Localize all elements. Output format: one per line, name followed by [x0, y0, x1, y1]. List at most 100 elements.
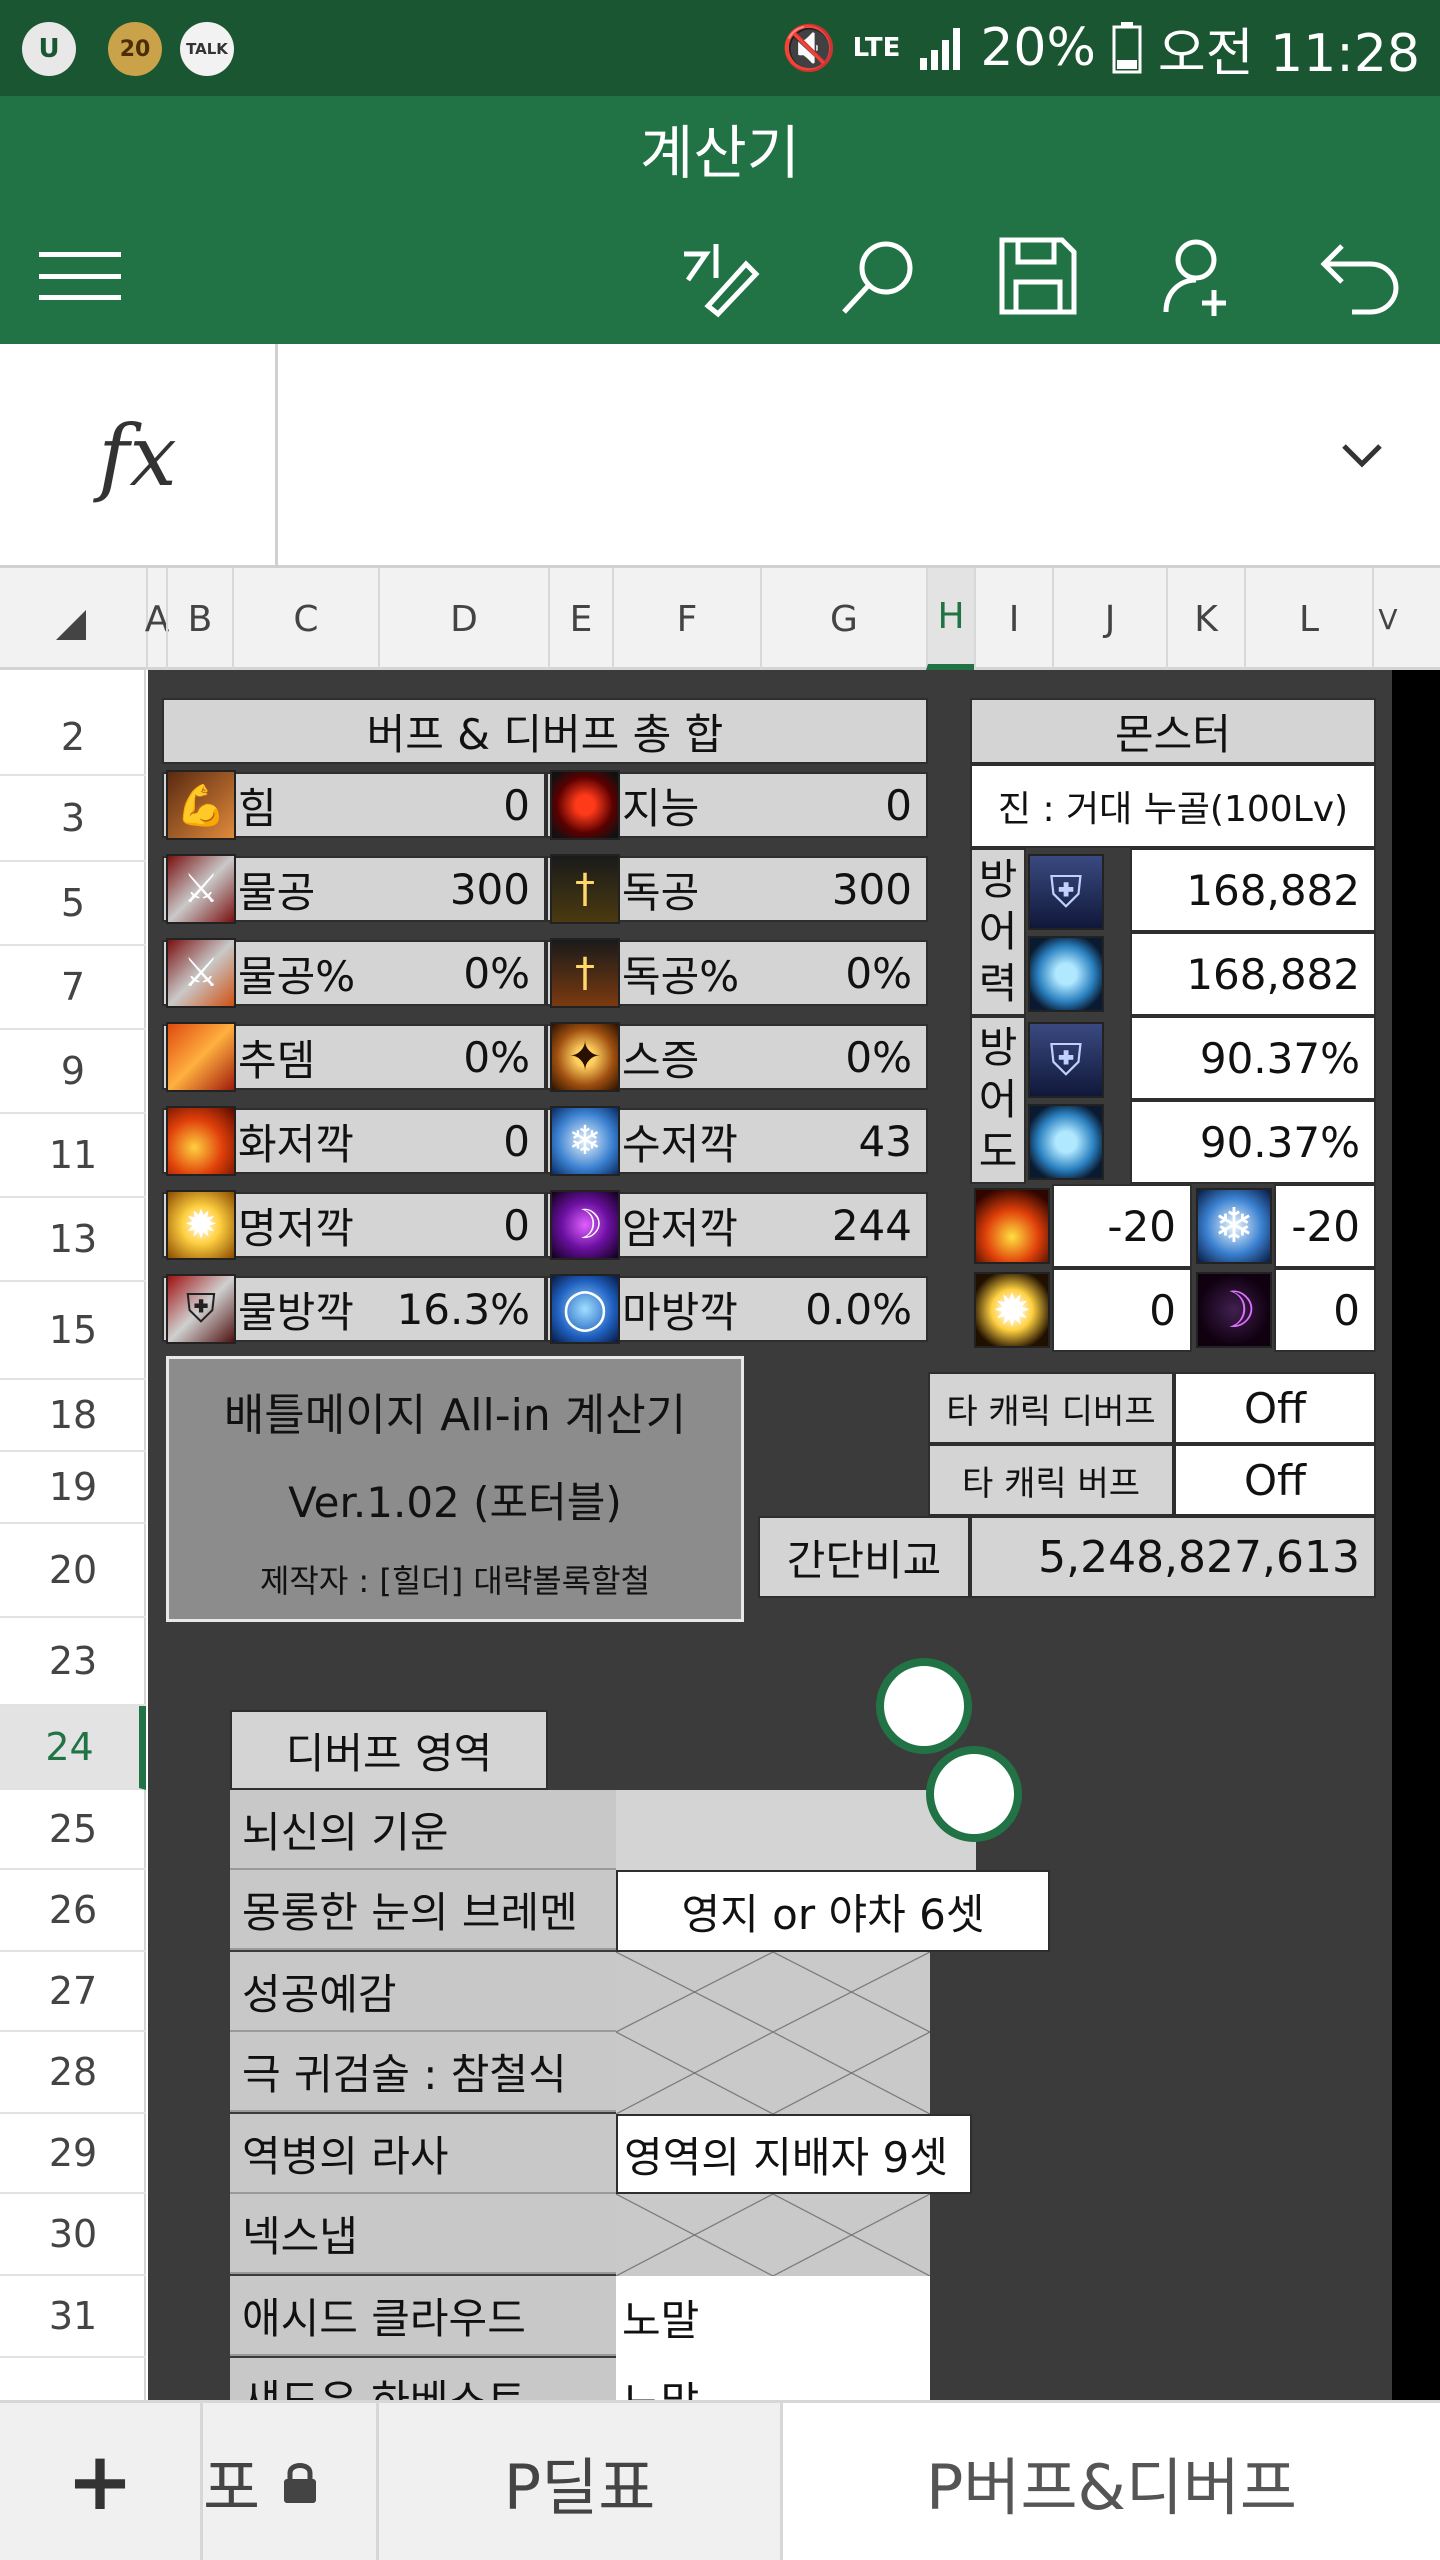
- stat-value[interactable]: 244: [778, 1192, 928, 1258]
- debuff-area-header[interactable]: 디버프 영역: [230, 1710, 548, 1790]
- column-header[interactable]: C: [232, 568, 378, 670]
- column-header[interactable]: D: [378, 568, 548, 670]
- res-water-value[interactable]: -20: [1274, 1184, 1376, 1268]
- row-header[interactable]: 9: [0, 1030, 146, 1114]
- compare-label[interactable]: 간단비교: [758, 1516, 970, 1598]
- row-header[interactable]: 11: [0, 1114, 146, 1198]
- other-char-buff-toggle[interactable]: Off: [1174, 1444, 1376, 1516]
- undo-icon[interactable]: [1300, 216, 1420, 336]
- column-header[interactable]: B: [166, 568, 232, 670]
- selection-handle[interactable]: [926, 1746, 1022, 1842]
- stat-value[interactable]: 300: [778, 856, 928, 922]
- row-header[interactable]: 13: [0, 1198, 146, 1282]
- res-light-value[interactable]: 0: [1052, 1268, 1192, 1352]
- sheet-tab[interactable]: 포: [200, 2403, 376, 2560]
- debuff-item-label: 넥스냅: [230, 2194, 616, 2274]
- sheet-tab[interactable]: P딜표: [376, 2403, 780, 2560]
- menu-icon[interactable]: [20, 216, 140, 336]
- row-header[interactable]: 3: [0, 776, 146, 862]
- rate-mag-value[interactable]: 90.37%: [1130, 1100, 1376, 1184]
- formula-input[interactable]: [282, 344, 1322, 568]
- defense-mag-value[interactable]: 168,882: [1130, 932, 1376, 1016]
- row-header[interactable]: 28: [0, 2032, 146, 2114]
- stat-value[interactable]: 0: [396, 772, 546, 838]
- column-header[interactable]: L: [1244, 568, 1372, 670]
- res-fire-value[interactable]: -20: [1052, 1184, 1192, 1268]
- row-header[interactable]: 5: [0, 862, 146, 946]
- add-sheet-button[interactable]: +: [0, 2403, 200, 2560]
- save-icon[interactable]: [978, 216, 1098, 336]
- row-header[interactable]: 18: [0, 1380, 146, 1452]
- toggle-label[interactable]: 타 캐릭 버프: [928, 1444, 1174, 1516]
- share-person-icon[interactable]: [1138, 216, 1258, 336]
- stat-value[interactable]: 43: [778, 1108, 928, 1174]
- row-header[interactable]: 23: [0, 1618, 146, 1706]
- water-resist-down-icon: ❄: [550, 1106, 620, 1176]
- monster-panel-header[interactable]: 몬스터: [970, 698, 1376, 764]
- stat-value[interactable]: 0: [396, 1108, 546, 1174]
- disabled-cell: [616, 1952, 930, 2032]
- stat-value[interactable]: 0%: [396, 1024, 546, 1090]
- stat-value[interactable]: 0.0%: [778, 1276, 928, 1342]
- chevron-down-icon[interactable]: [1322, 416, 1402, 496]
- stat-value[interactable]: 0%: [396, 940, 546, 1006]
- column-header[interactable]: J: [1052, 568, 1166, 670]
- row-header[interactable]: 19: [0, 1452, 146, 1524]
- debuff-item-value[interactable]: [616, 1790, 976, 1870]
- monster-name[interactable]: 진 : 거대 누골(100Lv): [970, 764, 1376, 848]
- stat-value[interactable]: 0%: [778, 940, 928, 1006]
- function-button[interactable]: fx: [0, 344, 278, 568]
- defense-rate-label[interactable]: 방어도: [970, 1016, 1026, 1184]
- column-header[interactable]: G: [760, 568, 926, 670]
- stat-value[interactable]: 0: [396, 1192, 546, 1258]
- stat-value[interactable]: 0%: [778, 1024, 928, 1090]
- stat-value[interactable]: 0: [778, 772, 928, 838]
- row-header[interactable]: 27: [0, 1952, 146, 2032]
- row-header[interactable]: 20: [0, 1524, 146, 1618]
- compare-value[interactable]: 5,248,827,613: [970, 1516, 1376, 1598]
- battery-percent: 20%: [980, 18, 1096, 78]
- column-header[interactable]: E: [548, 568, 612, 670]
- battery-icon: [1112, 22, 1142, 74]
- select-all-corner[interactable]: [56, 610, 86, 640]
- water-element-icon: ❄: [1196, 1188, 1272, 1264]
- debuff-item-value[interactable]: 영역의 지배자 9셋: [616, 2114, 972, 2194]
- row-header[interactable]: 26: [0, 1870, 146, 1952]
- row-header[interactable]: 25: [0, 1790, 146, 1870]
- column-header[interactable]: V: [1372, 568, 1402, 670]
- stat-value[interactable]: 16.3%: [396, 1276, 546, 1342]
- column-header[interactable]: F: [612, 568, 760, 670]
- row-header[interactable]: 31: [0, 2276, 146, 2358]
- defense-phys-value[interactable]: 168,882: [1130, 848, 1376, 932]
- debuff-item-value[interactable]: 노말: [616, 2276, 930, 2358]
- res-dark-value[interactable]: 0: [1274, 1268, 1376, 1352]
- column-header[interactable]: K: [1166, 568, 1244, 670]
- row-header[interactable]: 30: [0, 2194, 146, 2276]
- rate-phys-value[interactable]: 90.37%: [1130, 1016, 1376, 1100]
- stat-label: 지능: [622, 783, 700, 833]
- debuff-item-value[interactable]: 영지 or 야차 6셋: [616, 1870, 1050, 1952]
- row-header[interactable]: 15: [0, 1282, 146, 1380]
- selection-handle[interactable]: [876, 1658, 972, 1754]
- row-header[interactable]: 29: [0, 2114, 146, 2194]
- info-box[interactable]: 배틀메이지 All-in 계산기 Ver.1.02 (포터블) 제작자 : [힐…: [166, 1356, 744, 1622]
- light-element-icon: ✹: [974, 1272, 1050, 1348]
- column-header-selected[interactable]: H: [926, 568, 974, 670]
- row-header-selected[interactable]: 24: [0, 1706, 146, 1790]
- defense-label[interactable]: 방어력: [970, 848, 1026, 1016]
- stat-label: 암저깍: [622, 1203, 738, 1253]
- extra-damage-icon: [166, 1022, 236, 1092]
- column-header[interactable]: A: [145, 568, 169, 670]
- search-icon[interactable]: [818, 216, 938, 336]
- stat-value[interactable]: 300: [396, 856, 546, 922]
- buff-panel-header[interactable]: 버프 & 디버프 총 합: [162, 698, 928, 764]
- row-header[interactable]: 2: [0, 700, 146, 776]
- column-header[interactable]: I: [974, 568, 1052, 670]
- row-header[interactable]: 7: [0, 946, 146, 1030]
- toggle-label[interactable]: 타 캐릭 디버프: [928, 1372, 1174, 1444]
- debuff-item-value[interactable]: 노말: [616, 2358, 930, 2400]
- stat-label: 스증: [622, 1035, 700, 1085]
- pen-icon[interactable]: [660, 216, 780, 336]
- sheet-tab-active[interactable]: P버프&디버프: [780, 2403, 1440, 2560]
- other-char-debuff-toggle[interactable]: Off: [1174, 1372, 1376, 1444]
